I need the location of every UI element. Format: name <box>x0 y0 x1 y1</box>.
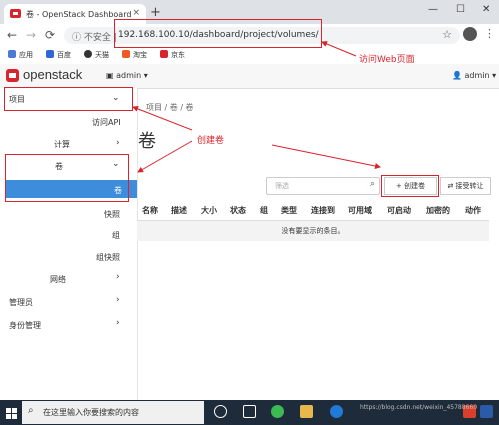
tray-notification-icon[interactable] <box>480 405 493 418</box>
watermark: https://blog.csdn.net/weixin_45788660 <box>360 404 478 411</box>
windows-start-icon[interactable] <box>0 400 22 425</box>
cortana-icon[interactable] <box>214 405 227 418</box>
annotation-arrows <box>132 41 381 173</box>
file-explorer-icon[interactable] <box>300 405 313 418</box>
edge-icon[interactable] <box>330 405 343 418</box>
search-icon: ⌕ <box>28 405 34 416</box>
chrome-icon[interactable] <box>271 405 284 418</box>
taskbar-search-box[interactable]: ⌕ 在这里输入你要搜索的内容 <box>22 401 204 424</box>
taskbar-search-text: 在这里输入你要搜索的内容 <box>43 408 139 417</box>
task-view-icon[interactable] <box>243 405 256 418</box>
